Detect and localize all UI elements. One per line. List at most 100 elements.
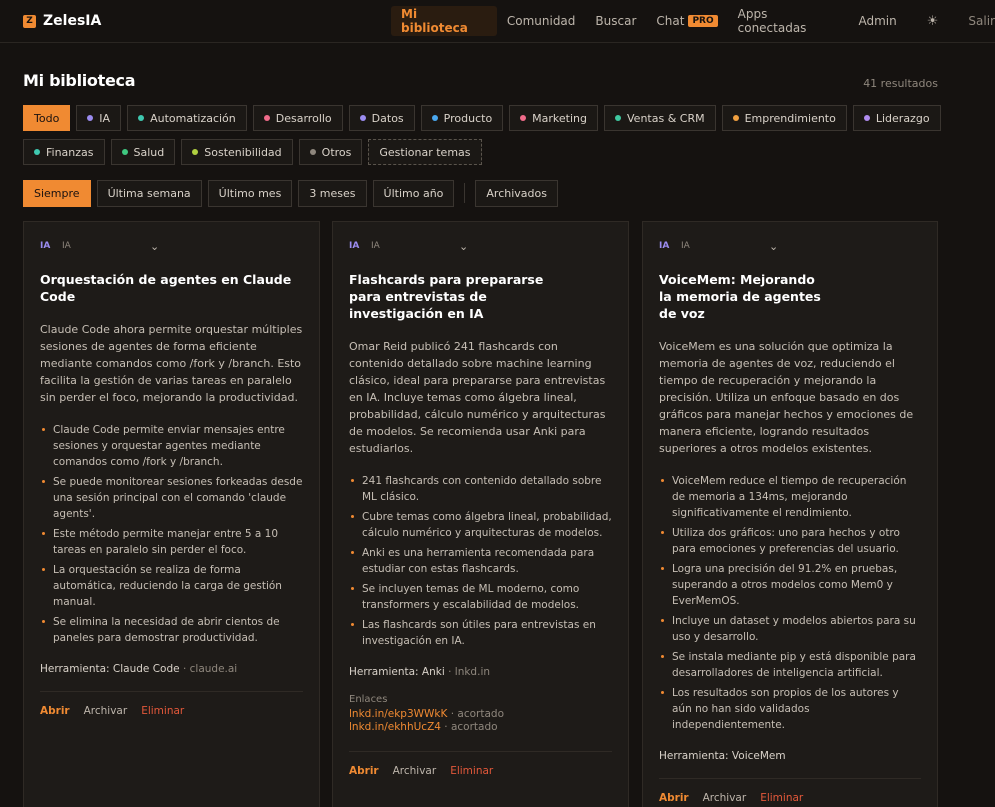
topic-dot [520, 115, 527, 121]
nav-comunidad[interactable]: Comunidad [497, 6, 586, 36]
chip-label: Salud [133, 145, 165, 159]
time-chip-3-meses[interactable]: 3 meses [298, 180, 367, 207]
nav-buscar[interactable]: Buscar [585, 6, 646, 36]
card-bullets: Claude Code permite enviar mensajes entr… [40, 422, 303, 646]
nav-apps-conectadas[interactable]: Apps conectadas [728, 6, 849, 36]
topic-chip-automatizacion[interactable]: Automatización [127, 105, 247, 131]
library-card: IA IA ⌄ Flashcards para prepararse para … [332, 221, 629, 807]
topic-dot [431, 115, 438, 121]
link-note: · acortado [450, 708, 504, 720]
topic-filters-row-1: Todo IA Automatización Desarrollo Datos … [23, 105, 941, 131]
topic-chip-salud[interactable]: Salud [110, 139, 176, 165]
chevron-down-icon[interactable]: ⌄ [459, 240, 468, 253]
archive-button[interactable]: Archivar [386, 765, 444, 777]
chip-label: Todo [34, 111, 60, 125]
card-summary: VoiceMem es una solución que optimiza la… [659, 340, 914, 455]
topic-dot [309, 149, 316, 155]
time-chip-ultimo-ano[interactable]: Último año [372, 180, 455, 207]
delete-button[interactable]: Eliminar [443, 765, 500, 777]
topic-dot [34, 149, 40, 155]
chip-label: Sostenibilidad [204, 145, 282, 159]
topic-dot [87, 115, 94, 121]
filter-separator [464, 183, 466, 203]
chip-label: Automatización [150, 111, 236, 125]
card-divider [40, 691, 303, 692]
card-bullets: 241 flashcards con contenido detallado s… [349, 473, 612, 649]
archive-button[interactable]: Archivar [696, 792, 754, 804]
card-title[interactable]: Flashcards para prepararse para entrevis… [349, 271, 612, 322]
chevron-down-icon[interactable]: ⌄ [150, 240, 159, 253]
card-actions: Abrir Archivar Eliminar [342, 765, 612, 777]
topic-chip-sostenibilidad[interactable]: Sostenibilidad [181, 139, 293, 165]
results-count: 41 resultados [863, 77, 938, 90]
time-chip-archivados[interactable]: Archivados [475, 180, 558, 207]
category-label: IA [371, 241, 380, 251]
topic-chip-finanzas[interactable]: Finanzas [23, 139, 105, 165]
bullet-item: Anki es una herramienta recomendada para… [349, 545, 612, 577]
chip-label: Gestionar temas [379, 145, 471, 159]
card-header: IA IA ⌄ [659, 237, 921, 255]
topic-chip-producto[interactable]: Producto [420, 105, 504, 131]
card-divider [659, 778, 921, 779]
chip-label: Producto [443, 111, 493, 125]
delete-button[interactable]: Eliminar [753, 792, 810, 804]
topic-chip-marketing[interactable]: Marketing [509, 105, 598, 131]
topic-chip-datos[interactable]: Datos [348, 105, 415, 131]
topic-chip-ia[interactable]: IA [76, 105, 122, 131]
link-url[interactable]: lnkd.in/ekp3WWkK [349, 708, 447, 720]
chip-label: Datos [371, 111, 404, 125]
chevron-down-icon[interactable]: ⌄ [769, 240, 778, 253]
links-label: Enlaces [349, 694, 388, 705]
delete-button[interactable]: Eliminar [134, 705, 191, 717]
tool-name: Herramienta: VoiceMem [659, 750, 786, 762]
card-header: IA IA ⌄ [349, 237, 612, 255]
app-name: ZelesIA [43, 13, 102, 29]
bullet-item: Este método permite manejar entre 5 a 10… [40, 526, 303, 558]
chip-label: Ventas & CRM [627, 111, 705, 125]
tool-domain: · lnkd.in [448, 666, 491, 678]
manage-topics-button[interactable]: Gestionar temas [368, 139, 482, 165]
tool-name: Herramienta: Anki [349, 666, 445, 678]
library-card: IA IA ⌄ Orquestación de agentes en Claud… [23, 221, 320, 807]
topic-chip-otros[interactable]: Otros [298, 139, 363, 165]
card-header: IA IA ⌄ [40, 237, 303, 255]
card-actions: Abrir Archivar Eliminar [652, 792, 921, 804]
bullet-item: Cubre temas como álgebra lineal, probabi… [349, 509, 612, 541]
card-actions: Abrir Archivar Eliminar [33, 705, 303, 717]
open-button[interactable]: Abrir [342, 765, 386, 777]
bullet-item: Los resultados son propios de los autore… [659, 685, 921, 733]
category-label: IA [681, 241, 690, 251]
bullet-item: Se instala mediante pip y está disponibl… [659, 649, 921, 681]
nav-admin[interactable]: Admin [849, 6, 907, 36]
nav-mi-biblioteca[interactable]: Mi biblioteca [391, 6, 497, 36]
topic-dot [615, 115, 621, 121]
time-chip-siempre[interactable]: Siempre [23, 180, 91, 207]
topic-chip-liderazgo[interactable]: Liderazgo [852, 105, 941, 131]
bullet-item: Se incluyen temas de ML moderno, como tr… [349, 581, 612, 613]
nav-chat[interactable]: Chat PRO [646, 6, 727, 36]
time-chip-ultimo-mes[interactable]: Último mes [207, 180, 293, 207]
sun-icon[interactable]: ☀ [921, 14, 945, 29]
bullet-item: Se puede monitorear sesiones forkeadas d… [40, 474, 303, 522]
category-badge: IA [349, 241, 360, 251]
logout-button[interactable]: Salir [968, 14, 995, 28]
library-card: IA IA ⌄ VoiceMem: Mejorando la memoria d… [642, 221, 938, 807]
tool-line: Herramienta: Claude Code · claude.ai [40, 663, 303, 675]
topic-chip-emprendimiento[interactable]: Emprendimiento [721, 105, 847, 131]
card-title[interactable]: VoiceMem: Mejorando la memoria de agente… [659, 271, 921, 322]
archive-button[interactable]: Archivar [77, 705, 135, 717]
card-title[interactable]: Orquestación de agentes en Claude Code [40, 271, 303, 305]
topic-chip-ventas-crm[interactable]: Ventas & CRM [604, 105, 716, 131]
topic-chip-todo[interactable]: Todo [23, 105, 71, 131]
link-url[interactable]: lnkd.in/ekhhUcZ4 [349, 721, 441, 733]
chip-label: Otros [321, 145, 352, 159]
logo[interactable]: Z ZelesIA [23, 13, 101, 29]
category-label: IA [62, 241, 71, 251]
card-divider [349, 751, 612, 752]
nav-chat-label: Chat [656, 14, 685, 28]
open-button[interactable]: Abrir [33, 705, 77, 717]
category-badge: IA [40, 241, 51, 251]
topic-chip-desarrollo[interactable]: Desarrollo [252, 105, 343, 131]
open-button[interactable]: Abrir [652, 792, 696, 804]
time-chip-ultima-semana[interactable]: Última semana [96, 180, 202, 207]
